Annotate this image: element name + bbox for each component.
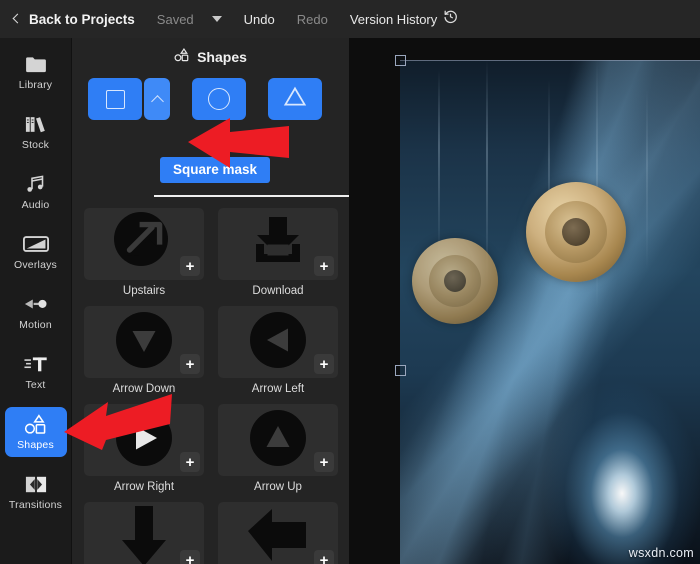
shape-label: Download [252, 285, 304, 297]
add-shape-button[interactable]: + [180, 452, 200, 472]
square-mask-control [88, 78, 170, 120]
thick-arrow-left-icon [246, 507, 310, 564]
shape-item[interactable]: + Arrow Left [218, 306, 338, 395]
selection-top-edge [400, 60, 700, 61]
add-shape-button[interactable]: + [314, 354, 334, 374]
add-shape-button[interactable]: + [180, 354, 200, 374]
circle-arrow-up-right-icon [111, 209, 177, 280]
shape-item[interactable]: + Arrow Down [84, 306, 204, 395]
sidebar-item-label: Overlays [13, 259, 58, 271]
sidebar-item-shapes[interactable]: Shapes [4, 407, 67, 457]
shape-thumbnail[interactable]: + [84, 502, 204, 564]
version-history-label: Version History [349, 11, 438, 27]
shape-thumbnail[interactable]: + [84, 208, 204, 280]
triangle-outline-icon [283, 86, 307, 112]
shapes-icon [174, 47, 190, 67]
shape-thumbnail[interactable]: + [218, 404, 338, 476]
sidebar-item-label: Shapes [17, 439, 54, 451]
thick-arrow-down-icon [113, 504, 175, 564]
sidebar-item-motion[interactable]: Motion [5, 287, 67, 337]
sidebar-item-label: Stock [21, 139, 50, 151]
download-tray-icon [247, 211, 309, 278]
left-tool-rail: Library Stock Audio Overlays Motion Text… [0, 38, 72, 564]
add-shape-button[interactable]: + [314, 452, 334, 472]
sidebar-item-label: Text [25, 379, 46, 391]
motion-icon [24, 293, 48, 315]
redo-button[interactable]: Redo [297, 12, 328, 27]
sidebar-item-label: Transitions [8, 499, 63, 511]
resize-handle-icon[interactable] [395, 365, 406, 376]
video-editor-window: Back to Projects Saved Undo Redo Version… [0, 0, 700, 564]
video-preview-canvas[interactable]: wsxdn.com [349, 38, 700, 564]
add-shape-button[interactable]: + [314, 550, 334, 564]
sidebar-item-label: Audio [21, 199, 50, 211]
transitions-icon [25, 473, 47, 495]
bullet-casing-small [412, 238, 498, 324]
circle-arrow-down-icon [113, 309, 175, 376]
shape-label: Arrow Right [113, 481, 175, 493]
shapes-icon [24, 413, 48, 435]
sidebar-item-text[interactable]: Text [5, 347, 67, 397]
saved-status: Saved [156, 11, 194, 27]
shape-item[interactable]: + Download [218, 208, 338, 297]
sidebar-item-label: Library [18, 79, 53, 91]
shape-item[interactable]: + [84, 502, 204, 564]
watermark-text: wsxdn.com [628, 546, 694, 560]
resize-handle-icon[interactable] [395, 55, 406, 66]
shape-thumbnail[interactable]: + [218, 502, 338, 564]
back-to-projects-label: Back to Projects [29, 11, 135, 27]
sidebar-item-label: Motion [19, 319, 52, 331]
shape-label: Arrow Up [254, 481, 302, 493]
shape-item[interactable]: + Upstairs [84, 208, 204, 297]
shape-label: Arrow Left [251, 383, 305, 395]
shape-label: Upstairs [122, 285, 166, 297]
text-icon [23, 353, 48, 375]
sidebar-item-library[interactable]: Library [5, 47, 67, 97]
back-to-projects-button[interactable]: Back to Projects [12, 11, 135, 27]
circle-arrow-up-icon [247, 407, 309, 474]
add-shape-button[interactable]: + [180, 550, 200, 564]
circle-arrow-left-icon [247, 309, 309, 376]
chevron-left-icon [12, 13, 23, 24]
square-outline-icon [105, 89, 125, 109]
music-note-icon [25, 173, 46, 195]
sidebar-item-audio[interactable]: Audio [5, 167, 67, 217]
shape-thumbnail[interactable]: + [218, 208, 338, 280]
overlay-icon [22, 233, 49, 255]
annotation-arrow-to-shapes [62, 392, 174, 457]
chevron-up-icon [150, 94, 164, 108]
caret-down-icon[interactable] [211, 16, 222, 22]
video-frame[interactable]: wsxdn.com [400, 60, 700, 564]
shape-thumbnail[interactable]: + [218, 306, 338, 378]
folder-icon [25, 53, 47, 75]
panel-title: Shapes [197, 49, 247, 65]
shape-item[interactable]: + Arrow Up [218, 404, 338, 493]
undo-button[interactable]: Undo [244, 12, 275, 27]
sidebar-item-overlays[interactable]: Overlays [5, 227, 67, 277]
bullet-casing-large [526, 182, 626, 282]
panel-header: Shapes [72, 44, 349, 70]
add-shape-button[interactable]: + [180, 256, 200, 276]
shapes-grid: + Upstairs + Download + Arrow Down + Arr… [72, 208, 349, 564]
shape-thumbnail[interactable]: + [84, 306, 204, 378]
history-clock-icon [443, 9, 458, 29]
square-mask-button[interactable] [88, 78, 142, 120]
add-shape-button[interactable]: + [314, 256, 334, 276]
version-history-button[interactable]: Version History [350, 9, 458, 29]
sidebar-item-transitions[interactable]: Transitions [5, 467, 67, 517]
panel-divider [154, 195, 349, 197]
books-icon [25, 113, 47, 135]
sidebar-item-stock[interactable]: Stock [5, 107, 67, 157]
circle-outline-icon [208, 88, 230, 110]
square-mask-dropdown-button[interactable] [144, 78, 170, 120]
top-toolbar: Back to Projects Saved Undo Redo Version… [0, 0, 700, 38]
shape-item[interactable]: + [218, 502, 338, 564]
annotation-arrow-to-tooltip [186, 112, 291, 179]
